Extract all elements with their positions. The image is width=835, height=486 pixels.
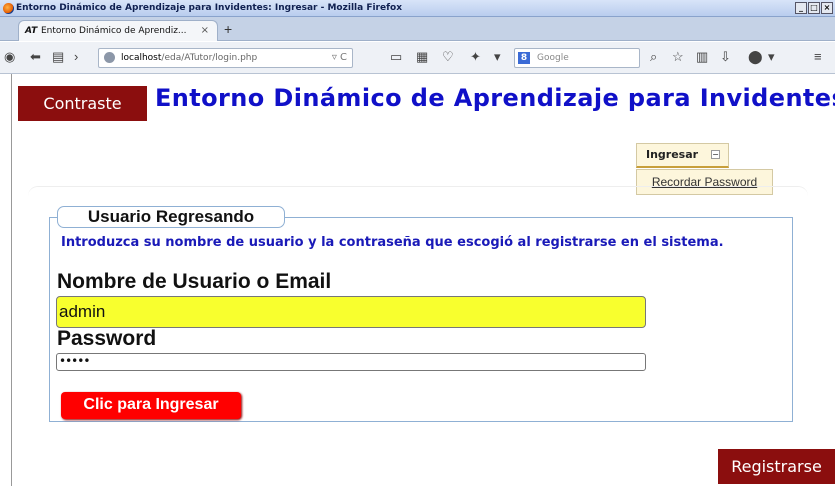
sidebar-icon[interactable]: ▭ (390, 49, 402, 65)
site-identity-icon[interactable] (104, 52, 115, 63)
page-left-border (11, 74, 12, 486)
addon-dropdown-icon[interactable]: ▾ (768, 49, 775, 65)
login-submit-button[interactable]: Clic para Ingresar (61, 392, 241, 419)
back-icon[interactable]: ⬅ (30, 49, 41, 65)
window-title-bar: Entorno Dinámico de Aprendizaje para Inv… (0, 0, 835, 17)
bookmarks-list-icon[interactable]: ▥ (696, 49, 708, 65)
maximize-button[interactable]: □ (808, 2, 820, 14)
password-input[interactable]: ••••• (56, 353, 646, 371)
bookmark-star-icon[interactable]: ☆ (672, 49, 684, 65)
download-icon[interactable]: ⇩ (720, 49, 731, 65)
firefox-menu-icon[interactable]: ◉ (4, 49, 15, 65)
username-label: Nombre de Usuario o Email (57, 270, 332, 293)
collapse-icon[interactable]: − (711, 150, 720, 159)
search-box[interactable]: 8 Google (514, 48, 640, 68)
window-title: Entorno Dinámico de Aprendizaje para Inv… (16, 3, 402, 13)
tab-ingresar-label: Ingresar (646, 148, 699, 161)
url-host: localhost (121, 53, 162, 63)
tab-ingresar[interactable]: Ingresar − (636, 143, 729, 168)
grid-icon[interactable]: ▦ (416, 49, 428, 65)
forward-icon[interactable]: › (74, 49, 78, 65)
extension-icon[interactable]: ♡ (442, 49, 454, 65)
dropdown-icon[interactable]: ▾ (494, 49, 501, 65)
tab-strip: AT Entorno Dinámico de Aprendiz... × + (0, 17, 835, 41)
tools-icon[interactable]: ✦ (470, 49, 481, 65)
firefox-logo-icon (3, 3, 14, 14)
atutor-favicon-icon: AT (25, 26, 38, 36)
password-label: Password (57, 327, 157, 350)
search-go-icon[interactable]: ⌕ (650, 49, 657, 65)
minimize-button[interactable]: _ (795, 2, 807, 14)
browser-tab[interactable]: AT Entorno Dinámico de Aprendiz... × (18, 20, 218, 41)
addon-icon[interactable]: ⬤ (748, 49, 763, 65)
window-controls: _ □ × (795, 2, 833, 14)
url-path: /eda/ATutor/login.php (161, 53, 258, 63)
fieldset-legend: Usuario Regresando (57, 206, 285, 228)
contrast-button[interactable]: Contraste (18, 86, 147, 121)
navigation-bar: ◉ ⬅ ▤ › localhost/eda/ATutor/login.php ▿… (0, 42, 835, 74)
search-engine-icon[interactable]: 8 (518, 52, 530, 64)
new-tab-button[interactable]: + (224, 21, 232, 37)
tab-label: Entorno Dinámico de Aprendiz... (41, 26, 187, 36)
close-window-button[interactable]: × (821, 2, 833, 14)
tab-close-icon[interactable]: × (201, 21, 209, 41)
search-placeholder: Google (537, 53, 569, 63)
reload-icon[interactable]: ▿ C (332, 49, 347, 67)
bookmarks-folder-icon[interactable]: ▤ (52, 49, 64, 65)
url-bar[interactable]: localhost/eda/ATutor/login.php ▿ C (98, 48, 353, 68)
login-instructions: Introduzca su nombre de usuario y la con… (61, 235, 724, 250)
site-title: Entorno Dinámico de Aprendizaje para Inv… (155, 84, 835, 112)
register-button[interactable]: Registrarse (718, 449, 835, 484)
username-input[interactable]: admin (56, 296, 646, 328)
hamburger-menu-icon[interactable]: ≡ (814, 49, 822, 65)
